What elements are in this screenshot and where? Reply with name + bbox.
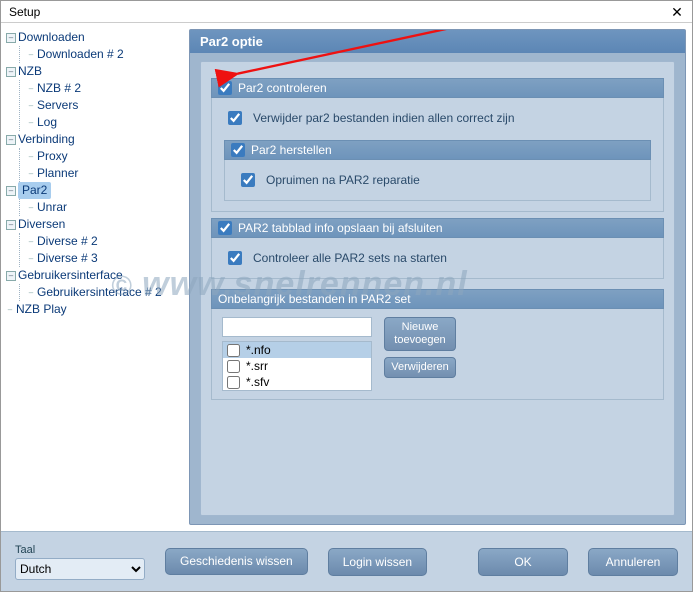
- tree-leaf-icon: [27, 233, 35, 250]
- list-item[interactable]: *.nfo: [223, 342, 371, 358]
- group-header-repair: Par2 herstellen: [224, 140, 651, 160]
- settings-panel: Par2 optie Par2 controleren Verwijder pa…: [189, 29, 686, 525]
- group-control-checkbox[interactable]: [218, 81, 232, 95]
- tree-leaf-icon: [27, 148, 35, 165]
- tree-collapse-icon[interactable]: –: [6, 186, 16, 196]
- tree-item[interactable]: –Par2: [5, 182, 189, 199]
- list-item[interactable]: *.srr: [223, 358, 371, 374]
- panel-body: Par2 controleren Verwijder par2 bestande…: [200, 61, 675, 516]
- chk-remove-par2[interactable]: Verwijder par2 bestanden indien allen co…: [224, 108, 651, 128]
- tree-item-label: Planner: [37, 165, 78, 182]
- tree-item-label: Gebruikersinterface # 2: [37, 284, 162, 301]
- chk-check-sets-on-start[interactable]: Controleer alle PAR2 sets na starten: [224, 248, 651, 268]
- group-repair-checkbox[interactable]: [231, 143, 245, 157]
- pattern-list[interactable]: *.nfo *.srr *.sfv: [222, 341, 372, 391]
- group-title-tab: PAR2 tabblad info opslaan bij afsluiten: [238, 221, 443, 235]
- tree-item[interactable]: Diverse # 3: [26, 250, 189, 267]
- remove-pattern-button[interactable]: Verwijderen: [384, 357, 456, 378]
- tree-leaf-icon: [27, 165, 35, 182]
- tree-item[interactable]: Diverse # 2: [26, 233, 189, 250]
- tree-item[interactable]: Proxy: [26, 148, 189, 165]
- group-title-unimportant: Onbelangrijk bestanden in PAR2 set: [218, 292, 411, 306]
- tree-item[interactable]: Planner: [26, 165, 189, 182]
- tree-item[interactable]: Unrar: [26, 199, 189, 216]
- tree-item[interactable]: NZB # 2: [26, 80, 189, 97]
- nav-tree: –DownloadenDownloaden # 2–NZBNZB # 2Serv…: [1, 23, 189, 531]
- clear-history-button[interactable]: Geschiedenis wissen: [165, 548, 308, 575]
- group-unimportant: Onbelangrijk bestanden in PAR2 set *.nfo…: [211, 289, 664, 400]
- window-body: –DownloadenDownloaden # 2–NZBNZB # 2Serv…: [1, 23, 692, 531]
- language-select[interactable]: Dutch: [15, 558, 145, 580]
- language-label: Taal: [15, 544, 145, 556]
- panel-title: Par2 optie: [190, 30, 685, 53]
- group-header-unimportant: Onbelangrijk bestanden in PAR2 set: [211, 289, 664, 309]
- group-header-tab: PAR2 tabblad info opslaan bij afsluiten: [211, 218, 664, 238]
- list-item-checkbox[interactable]: [227, 344, 240, 357]
- close-icon[interactable]: ✕: [668, 5, 686, 19]
- tree-item-label: Gebruikersinterface: [18, 267, 123, 284]
- tree-item-label: Log: [37, 114, 57, 131]
- group-tab-checkbox[interactable]: [218, 221, 232, 235]
- tree-leaf-icon: [27, 250, 35, 267]
- list-item[interactable]: *.sfv: [223, 374, 371, 390]
- tree-item-label: NZB Play: [16, 301, 67, 318]
- tree-leaf-icon: [27, 97, 35, 114]
- tree-leaf-icon: [27, 284, 35, 301]
- list-item-label: *.sfv: [246, 375, 269, 389]
- group-title-repair: Par2 herstellen: [251, 143, 332, 157]
- tree-item-label: Par2: [18, 182, 51, 199]
- pattern-input[interactable]: [222, 317, 372, 337]
- add-pattern-button[interactable]: Nieuwe toevoegen: [384, 317, 456, 351]
- list-item-label: *.srr: [246, 359, 268, 373]
- chk-cleanup-after-repair[interactable]: Opruimen na PAR2 reparatie: [237, 170, 638, 190]
- tree-leaf-icon: [27, 80, 35, 97]
- ok-button[interactable]: OK: [478, 548, 568, 576]
- window-title: Setup: [9, 5, 40, 19]
- tree-item[interactable]: NZB Play: [5, 301, 189, 318]
- tree-item-label: Diversen: [18, 216, 65, 233]
- footer-bar: Taal Dutch Geschiedenis wissen Login wis…: [1, 531, 692, 591]
- tree-item[interactable]: –Downloaden: [5, 29, 189, 46]
- group-title-control: Par2 controleren: [238, 81, 327, 95]
- tree-collapse-icon[interactable]: –: [6, 135, 16, 145]
- list-item-checkbox[interactable]: [227, 360, 240, 373]
- tree-item[interactable]: –Verbinding: [5, 131, 189, 148]
- cancel-button[interactable]: Annuleren: [588, 548, 678, 576]
- tree-item-label: Verbinding: [18, 131, 75, 148]
- tree-collapse-icon[interactable]: –: [6, 271, 16, 281]
- tree-item-label: NZB # 2: [37, 80, 81, 97]
- tree-leaf-icon: [27, 199, 35, 216]
- tree-item[interactable]: Gebruikersinterface # 2: [26, 284, 189, 301]
- tree-item-label: NZB: [18, 63, 42, 80]
- tree-collapse-icon[interactable]: –: [6, 67, 16, 77]
- tree-collapse-icon[interactable]: –: [6, 220, 16, 230]
- clear-login-button[interactable]: Login wissen: [328, 548, 427, 576]
- tree-leaf-icon: [27, 46, 35, 63]
- list-item-label: *.nfo: [246, 343, 271, 357]
- tree-item[interactable]: –Diversen: [5, 216, 189, 233]
- tree-item-label: Diverse # 2: [37, 233, 98, 250]
- setup-window: Setup ✕ –DownloadenDownloaden # 2–NZBNZB…: [0, 0, 693, 592]
- title-bar: Setup ✕: [1, 1, 692, 23]
- group-par2-control: Par2 controleren Verwijder par2 bestande…: [211, 78, 664, 212]
- tree-item-label: Downloaden # 2: [37, 46, 124, 63]
- group-header-control: Par2 controleren: [211, 78, 664, 98]
- tree-item[interactable]: –NZB: [5, 63, 189, 80]
- tree-leaf-icon[interactable]: [6, 301, 14, 318]
- language-selector: Taal Dutch: [15, 544, 145, 580]
- tree-item[interactable]: Servers: [26, 97, 189, 114]
- tree-item-label: Unrar: [37, 199, 67, 216]
- tree-item[interactable]: Downloaden # 2: [26, 46, 189, 63]
- group-par2-tab: PAR2 tabblad info opslaan bij afsluiten …: [211, 218, 664, 279]
- group-par2-repair: Par2 herstellen Opruimen na PAR2 reparat…: [224, 140, 651, 201]
- tree-item-label: Diverse # 3: [37, 250, 98, 267]
- list-item-checkbox[interactable]: [227, 376, 240, 389]
- tree-item[interactable]: –Gebruikersinterface: [5, 267, 189, 284]
- tree-item-label: Servers: [37, 97, 78, 114]
- tree-collapse-icon[interactable]: –: [6, 33, 16, 43]
- tree-item-label: Downloaden: [18, 29, 85, 46]
- tree-leaf-icon: [27, 114, 35, 131]
- tree-item-label: Proxy: [37, 148, 68, 165]
- tree-item[interactable]: Log: [26, 114, 189, 131]
